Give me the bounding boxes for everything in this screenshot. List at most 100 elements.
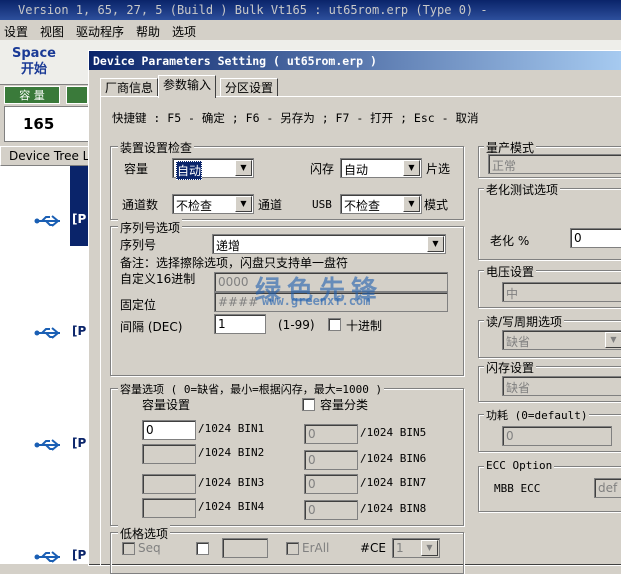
bin1-field[interactable]: 0 [142, 420, 196, 440]
flash-select[interactable]: 自动 ▼ [340, 158, 422, 178]
secondary-tab[interactable] [66, 86, 88, 104]
ce-select[interactable]: 1 ▼ [392, 538, 440, 558]
capacity-options-title: 容量选项 ( 0=缺省，最小=根据闪存，最大=1000 ) [118, 381, 385, 397]
flash-value: 自动 [344, 163, 369, 177]
menu-settings[interactable]: 设置 [4, 23, 28, 40]
decimal-label: 十进制 [346, 319, 383, 333]
capacity-settings-label: 容量设置 [142, 398, 191, 412]
device-check-title: 装置设置检查 [118, 139, 195, 156]
watermark-url: www.greenxf.com [262, 294, 371, 308]
rw-cycle-select[interactable]: 缺省 ▼ [502, 330, 621, 350]
chevron-down-icon: ▼ [235, 160, 252, 176]
interval-label: 间隔 (DEC) [120, 320, 183, 334]
bin4-field[interactable] [142, 498, 196, 518]
menu-driver[interactable]: 驱动程序 [76, 23, 124, 40]
device-tree-header[interactable]: Device Tree Li [0, 146, 102, 166]
usb-icon [34, 551, 60, 563]
voltage-value: 中 [506, 287, 519, 301]
erall-label: ErAll [302, 541, 330, 555]
bin3-label: /1024 BIN3 [198, 476, 265, 489]
usb-icon [34, 327, 60, 339]
tree-item-label[interactable]: [P [72, 212, 86, 226]
bin5-value: 0 [308, 427, 316, 441]
dialog-title-bar[interactable]: Device Parameters Setting ( ut65rom.erp … [89, 51, 621, 70]
serial-select[interactable]: 递增 ▼ [212, 234, 446, 254]
interval-field[interactable]: 1 [214, 314, 266, 334]
option-checkbox[interactable] [196, 542, 209, 555]
usb-label: USB [312, 198, 332, 211]
bin3-field[interactable] [142, 474, 196, 494]
background-title-bar: Version 1, 65, 27, 5 (Build ) Bulk Vt165… [0, 0, 621, 20]
background-menu-bar: 设置 视图 驱动程序 帮助 选项 [0, 20, 621, 40]
space-key-label: Space [12, 46, 56, 61]
bin8-field[interactable]: 0 [304, 500, 358, 520]
bin7-value: 0 [308, 477, 316, 491]
flash-label: 闪存 [310, 162, 335, 176]
ecc-title: ECC Option [484, 459, 555, 472]
channel-count-label: 通道数 [122, 198, 159, 212]
capacity-select[interactable]: 自动 ▼ [172, 158, 254, 180]
mass-mode-value: 正常 [492, 159, 517, 173]
menu-view[interactable]: 视图 [40, 23, 64, 40]
capacity-tab[interactable]: 容 量 [4, 86, 60, 104]
tree-item-label[interactable]: [P [72, 548, 86, 562]
capacity-classify-label: 容量分类 [320, 398, 369, 412]
erall-checkbox[interactable] [286, 542, 299, 555]
interval-range: (1-99) [278, 318, 315, 332]
tab-partition-settings[interactable]: 分区设置 [220, 78, 279, 97]
bin5-field[interactable]: 0 [304, 424, 358, 444]
fixed-bits-value: #### [218, 295, 259, 309]
bin5-label: /1024 BIN5 [360, 426, 427, 439]
decimal-checkbox[interactable] [328, 318, 341, 331]
chevron-down-icon: ▼ [421, 540, 438, 556]
serial-note: 备注：选择擦除选项，闪盘只支持单一盘符 [120, 256, 349, 270]
flash-setting-value: 缺省 [506, 381, 531, 395]
space-start-button[interactable]: Space 开始 [12, 46, 56, 78]
tree-item-label[interactable]: [P [72, 436, 86, 450]
ce-label: #CE [360, 541, 387, 555]
low-format-field[interactable] [222, 538, 268, 558]
aging-field[interactable]: 0 [570, 228, 621, 248]
chevron-down-icon: ▼ [403, 160, 420, 176]
bin7-label: /1024 BIN7 [360, 476, 427, 489]
start-label: 开始 [20, 62, 47, 77]
tree-item-label[interactable]: [P [72, 324, 86, 338]
seq-label: Seq [138, 541, 161, 555]
capacity-classify-checkbox[interactable] [302, 398, 315, 411]
chevron-down-icon: ▼ [427, 236, 444, 252]
bin6-value: 0 [308, 453, 316, 467]
bin7-field[interactable]: 0 [304, 474, 358, 494]
bin2-field[interactable] [142, 444, 196, 464]
interval-value: 1 [218, 317, 226, 331]
ce-value: 1 [396, 541, 404, 555]
device-tree: [P [P [P [P [0, 166, 100, 564]
usb-select[interactable]: 不检查 ▼ [340, 194, 422, 214]
channel-count-value: 不检查 [176, 199, 213, 213]
serial-value: 递增 [216, 239, 241, 253]
bin6-label: /1024 BIN6 [360, 452, 427, 465]
ecc-select[interactable]: def [594, 478, 621, 498]
seq-checkbox[interactable] [122, 542, 135, 555]
device-tree-label: Device Tree Li [9, 149, 93, 163]
flash-setting-select[interactable]: 缺省 [502, 376, 621, 396]
menu-options[interactable]: 选项 [172, 23, 196, 40]
tab-parameter-input[interactable]: 参数输入 [158, 75, 217, 98]
aging-title: 老化测试选项 [484, 181, 561, 198]
serial-group-title: 序列号选项 [118, 219, 183, 236]
chevron-down-icon: ▼ [235, 196, 252, 212]
power-field[interactable]: 0 [502, 426, 612, 446]
rw-cycle-title: 读/写周期选项 [484, 313, 565, 330]
power-title: 功耗 (0=default) [484, 407, 590, 423]
bin6-field[interactable]: 0 [304, 450, 358, 470]
tab-vendor-info[interactable]: 厂商信息 [100, 78, 159, 97]
channel-count-select[interactable]: 不检查 ▼ [172, 194, 254, 214]
voltage-select[interactable]: 中 [502, 282, 621, 302]
device-count-box: 165 [4, 106, 90, 142]
menu-help[interactable]: 帮助 [136, 23, 160, 40]
bin2-label: /1024 BIN2 [198, 446, 265, 459]
background-title: Version 1, 65, 27, 5 (Build ) Bulk Vt165… [18, 3, 488, 17]
voltage-title: 电压设置 [484, 263, 537, 280]
mass-mode-select[interactable]: 正常 [488, 154, 621, 174]
flash-setting-title: 闪存设置 [484, 359, 537, 376]
usb-icon [34, 215, 60, 227]
